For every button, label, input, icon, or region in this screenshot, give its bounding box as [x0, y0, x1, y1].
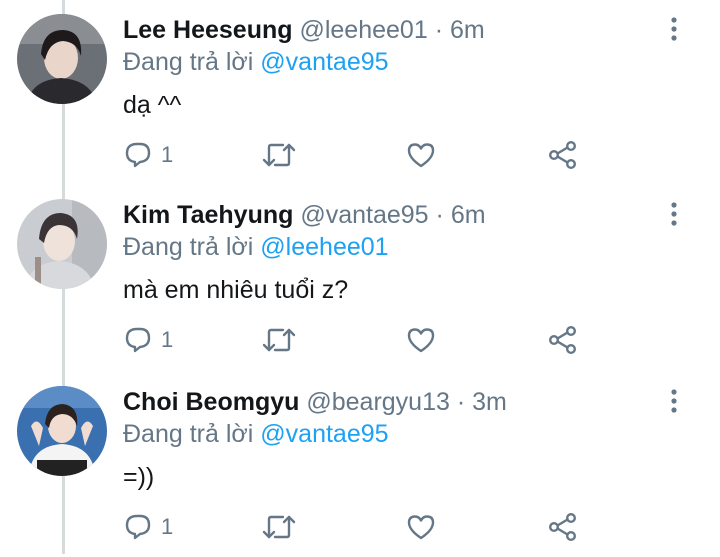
replying-to: Đang trả lời @vantae95 — [123, 45, 389, 79]
display-name[interactable]: Kim Taehyung — [123, 201, 293, 229]
display-name[interactable]: Lee Heeseung — [123, 16, 293, 44]
like-icon — [406, 326, 436, 354]
timestamp[interactable]: 6m — [450, 16, 485, 44]
more-vertical-icon[interactable] — [662, 14, 686, 44]
more-vertical-icon[interactable] — [662, 199, 686, 229]
reply-count: 1 — [161, 514, 174, 539]
user-handle[interactable]: @leehee01 — [299, 16, 427, 44]
share-icon — [548, 141, 578, 169]
user-handle[interactable]: @vantae95 — [300, 201, 428, 229]
display-name[interactable]: Choi Beomgyu — [123, 388, 299, 416]
replying-to-label: Đang trả lời — [123, 420, 254, 448]
tweet-text: dạ ^^ — [123, 91, 182, 119]
share-icon — [548, 326, 578, 354]
separator-dot: · — [434, 16, 444, 44]
replying-to-handle[interactable]: @leehee01 — [260, 233, 388, 261]
share-icon — [548, 513, 578, 541]
timestamp[interactable]: 6m — [451, 201, 486, 229]
tweet-header: Lee Heeseung @leehee01 · 6m — [123, 13, 485, 47]
tweet[interactable]: Choi Beomgyu @beargyu13 · 3m Đang trả lờ… — [0, 372, 720, 557]
replying-to-handle[interactable]: @vantae95 — [260, 48, 388, 76]
retweet-button[interactable] — [262, 512, 296, 542]
tweet-text: mà em nhiêu tuổi z? — [123, 276, 349, 304]
like-button[interactable] — [406, 512, 436, 542]
retweet-icon — [262, 326, 296, 354]
replying-to: Đang trả lời @leehee01 — [123, 230, 389, 264]
like-button[interactable] — [406, 140, 436, 170]
replying-to-label: Đang trả lời — [123, 48, 254, 76]
reply-icon — [123, 513, 153, 541]
user-handle[interactable]: @beargyu13 — [306, 388, 450, 416]
replying-to: Đang trả lời @vantae95 — [123, 417, 389, 451]
separator-dot: · — [435, 201, 444, 229]
tweet-text: =)) — [123, 463, 155, 491]
reply-button[interactable]: 1 — [123, 325, 173, 355]
share-button[interactable] — [548, 512, 578, 542]
share-button[interactable] — [548, 140, 578, 170]
separator-dot: · — [456, 388, 466, 416]
more-vertical-icon[interactable] — [662, 386, 686, 416]
tweet[interactable]: Kim Taehyung @vantae95 · 6m Đang trả lời… — [0, 185, 720, 370]
reply-button[interactable]: 1 — [123, 140, 173, 170]
tweet-header: Kim Taehyung @vantae95 · 6m — [123, 198, 486, 232]
reply-count: 1 — [161, 142, 174, 167]
reply-icon — [123, 326, 153, 354]
like-button[interactable] — [406, 325, 436, 355]
like-icon — [406, 141, 436, 169]
reply-button[interactable]: 1 — [123, 512, 173, 542]
like-icon — [406, 513, 436, 541]
avatar[interactable] — [17, 199, 107, 289]
share-button[interactable] — [548, 325, 578, 355]
reply-icon — [123, 141, 153, 169]
retweet-icon — [262, 141, 296, 169]
avatar[interactable] — [17, 386, 107, 476]
retweet-icon — [262, 513, 296, 541]
timestamp[interactable]: 3m — [472, 388, 507, 416]
tweet-header: Choi Beomgyu @beargyu13 · 3m — [123, 385, 507, 419]
retweet-button[interactable] — [262, 140, 296, 170]
replying-to-handle[interactable]: @vantae95 — [260, 420, 388, 448]
reply-count: 1 — [161, 327, 174, 352]
replying-to-label: Đang trả lời — [123, 233, 254, 261]
tweet[interactable]: Lee Heeseung @leehee01 · 6m Đang trả lời… — [0, 0, 720, 185]
retweet-button[interactable] — [262, 325, 296, 355]
avatar[interactable] — [17, 14, 107, 104]
